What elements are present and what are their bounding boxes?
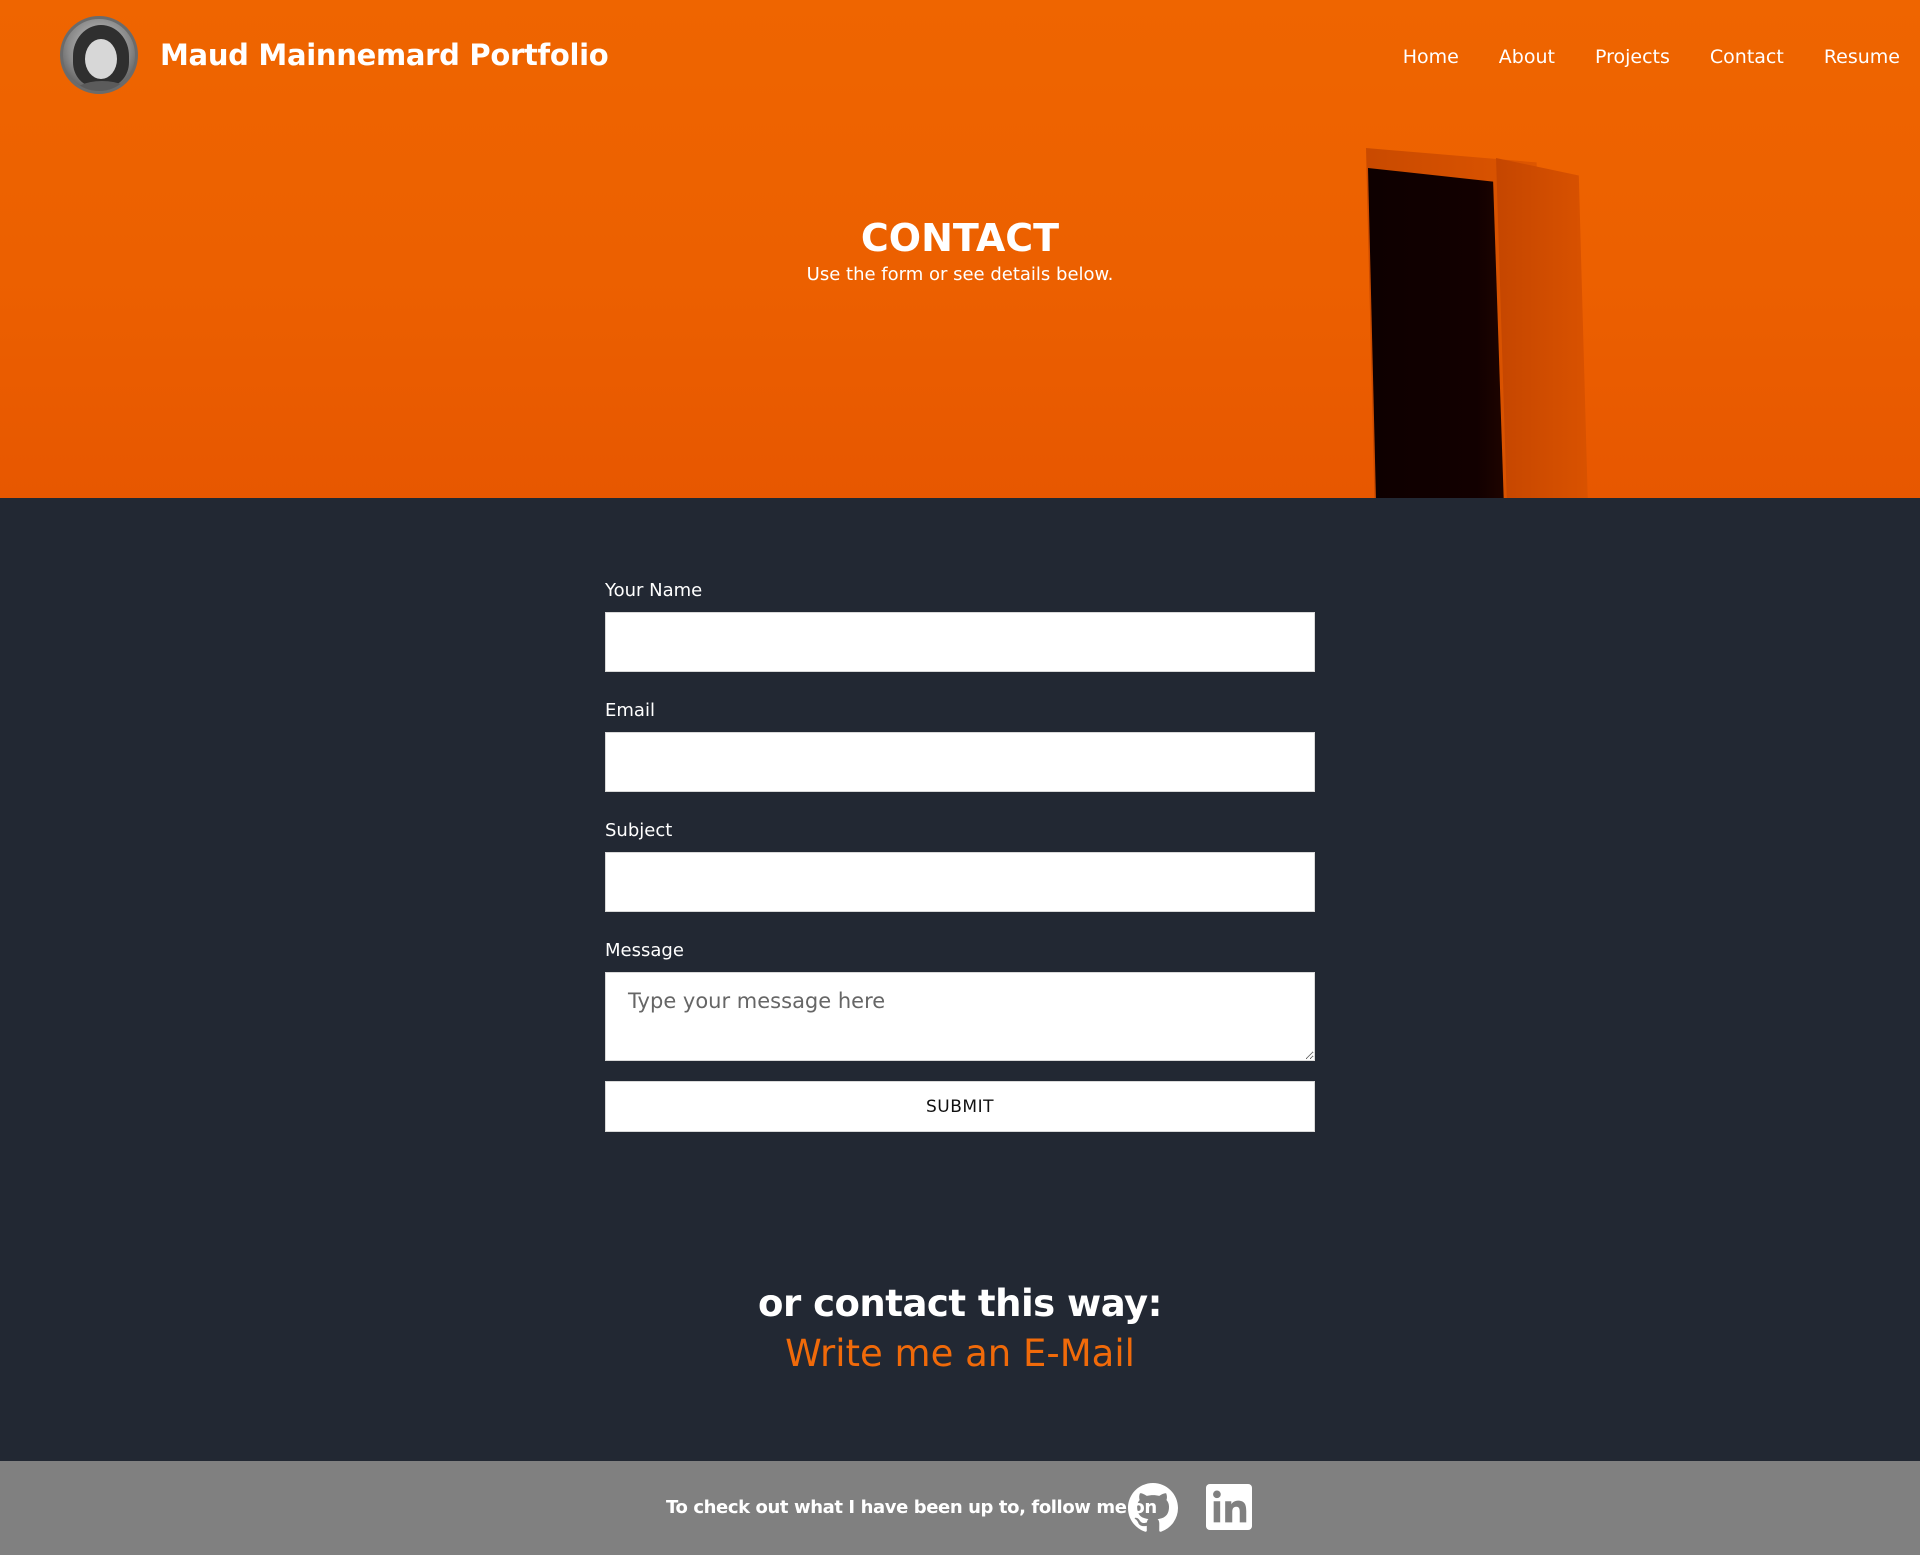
- nav-projects[interactable]: Projects: [1595, 46, 1670, 68]
- message-label: Message: [605, 940, 684, 961]
- main-nav: Home About Projects Contact Resume: [1403, 46, 1900, 68]
- submit-button[interactable]: SUBMIT: [605, 1081, 1315, 1132]
- footer-text: To check out what I have been up to, fol…: [666, 1497, 1157, 1518]
- subject-label: Subject: [605, 820, 673, 841]
- contact-form: Your Name Email Subject Message SUBMIT: [605, 578, 1315, 1132]
- email-link[interactable]: Write me an E-Mail: [0, 1332, 1920, 1375]
- site-footer: To check out what I have been up to, fol…: [0, 1461, 1920, 1555]
- page-title: CONTACT: [860, 216, 1060, 260]
- github-icon[interactable]: [1128, 1483, 1178, 1533]
- message-field[interactable]: [605, 972, 1315, 1061]
- page-subtitle: Use the form or see details below.: [806, 264, 1114, 285]
- door-side-graphic: [1496, 158, 1588, 498]
- linkedin-icon[interactable]: [1206, 1484, 1252, 1530]
- nav-about[interactable]: About: [1499, 46, 1555, 68]
- site-header: Maud Mainnemard Portfolio Home About Pro…: [0, 0, 1920, 114]
- email-field[interactable]: [605, 732, 1315, 792]
- avatar[interactable]: [60, 16, 138, 94]
- name-field[interactable]: [605, 612, 1315, 672]
- nav-resume[interactable]: Resume: [1824, 46, 1900, 68]
- subject-field[interactable]: [605, 852, 1315, 912]
- name-label: Your Name: [605, 580, 703, 601]
- nav-home[interactable]: Home: [1403, 46, 1459, 68]
- nav-contact[interactable]: Contact: [1710, 46, 1784, 68]
- email-label: Email: [605, 700, 655, 721]
- alt-contact-heading: or contact this way:: [758, 1282, 1162, 1325]
- site-brand[interactable]: Maud Mainnemard Portfolio: [160, 38, 609, 72]
